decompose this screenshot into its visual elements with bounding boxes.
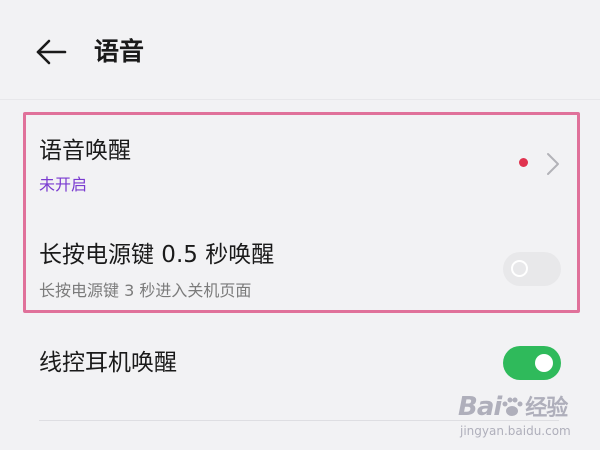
watermark-logo: Bai 经验 (458, 392, 568, 422)
page-title: 语音 (94, 37, 145, 66)
watermark-url: jingyan.baidu.com (460, 424, 571, 438)
paw-icon (502, 397, 523, 416)
baidu-watermark: Bai 经验 jingyan.baidu.com (458, 390, 598, 450)
header-divider (0, 99, 600, 100)
highlight-frame (23, 112, 580, 313)
headset-wakeup-toggle[interactable] (503, 346, 561, 380)
toggle-knob (535, 354, 553, 372)
arrow-left-icon[interactable] (34, 36, 68, 68)
header-bar: 语音 (0, 0, 600, 100)
headset-wakeup-title: 线控耳机唤醒 (39, 350, 177, 376)
